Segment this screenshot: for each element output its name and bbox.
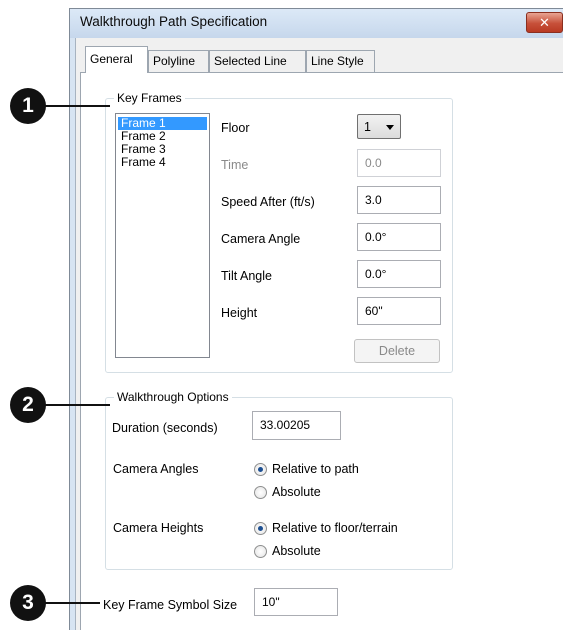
tab-line-style[interactable]: Line Style	[306, 50, 375, 72]
window-title: Walkthrough Path Specification	[80, 14, 268, 29]
tab-selected-line[interactable]: Selected Line	[209, 50, 306, 72]
speed-after-label: Speed After (ft/s)	[221, 195, 315, 209]
key-frames-group-label: Key Frames	[114, 91, 185, 105]
tab-general[interactable]: General	[85, 46, 148, 73]
key-frame-symbol-size-field[interactable]: 10"	[254, 588, 338, 616]
camera-angle-field[interactable]: 0.0°	[357, 223, 441, 251]
callout-1-leader-line	[44, 105, 110, 107]
camera-heights-absolute-label[interactable]: Absolute	[272, 544, 321, 558]
tilt-angle-field[interactable]: 0.0°	[357, 260, 441, 288]
walkthrough-options-group-label: Walkthrough Options	[114, 390, 232, 404]
height-label: Height	[221, 306, 258, 320]
close-button[interactable]: ✕	[526, 12, 563, 33]
delete-button[interactable]: Delete	[354, 339, 440, 363]
camera-heights-absolute-radio[interactable]	[254, 545, 267, 558]
callout-3-leader-line	[44, 602, 100, 604]
callout-2-leader-line	[44, 404, 110, 406]
height-field[interactable]: 60"	[357, 297, 441, 325]
speed-after-field[interactable]: 3.0	[357, 186, 441, 214]
time-label: Time	[221, 158, 249, 172]
tab-polyline[interactable]: Polyline	[148, 50, 209, 72]
tilt-angle-label: Tilt Angle	[221, 269, 272, 283]
floor-dropdown[interactable]: 1	[357, 114, 401, 139]
camera-angle-label: Camera Angle	[221, 232, 301, 246]
camera-angles-absolute-label[interactable]: Absolute	[272, 485, 321, 499]
camera-heights-relative-label[interactable]: Relative to floor/terrain	[272, 521, 398, 535]
chevron-down-icon	[386, 125, 394, 130]
floor-dropdown-value: 1	[364, 120, 371, 134]
key-frames-listbox[interactable]: Frame 1 Frame 2 Frame 3 Frame 4	[115, 113, 210, 358]
callout-3: 3	[10, 585, 46, 621]
camera-angles-relative-radio[interactable]	[254, 463, 267, 476]
floor-label: Floor	[221, 121, 250, 135]
camera-angles-relative-label[interactable]: Relative to path	[272, 462, 359, 476]
camera-heights-relative-radio[interactable]	[254, 522, 267, 535]
camera-heights-label: Camera Heights	[113, 521, 204, 535]
camera-angles-absolute-radio[interactable]	[254, 486, 267, 499]
callout-1: 1	[10, 88, 46, 124]
duration-field[interactable]: 33.00205	[252, 411, 341, 440]
duration-label: Duration (seconds)	[112, 421, 218, 435]
key-frame-symbol-size-label: Key Frame Symbol Size	[103, 598, 238, 612]
callout-2: 2	[10, 387, 46, 423]
time-field: 0.0	[357, 149, 441, 177]
list-item-frame-4[interactable]: Frame 4	[118, 156, 207, 169]
camera-angles-label: Camera Angles	[113, 462, 199, 476]
